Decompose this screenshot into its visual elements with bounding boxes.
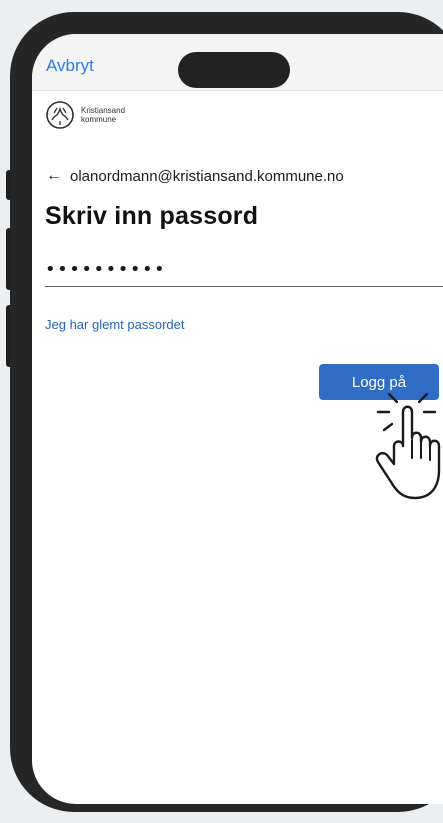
account-row: ← olanordmann@kristiansand.kommune.no bbox=[46, 167, 344, 185]
phone-frame: Avbryt Kristiansand kommune ← olanordman… bbox=[10, 12, 443, 812]
forgot-password-link[interactable]: Jeg har glemt passordet bbox=[45, 317, 184, 332]
phone-screen: Avbryt Kristiansand kommune ← olanordman… bbox=[32, 34, 443, 804]
password-field[interactable] bbox=[45, 252, 443, 287]
top-navigation-bar: Avbryt bbox=[32, 34, 443, 91]
org-name-line2: kommune bbox=[81, 115, 117, 124]
account-email: olanordmann@kristiansand.kommune.no bbox=[70, 167, 344, 185]
page-title: Skriv inn passord bbox=[45, 202, 259, 230]
org-name: Kristiansand kommune bbox=[81, 106, 125, 124]
org-name-line1: Kristiansand bbox=[81, 106, 126, 115]
cancel-button[interactable]: Avbryt bbox=[46, 56, 94, 76]
dynamic-island bbox=[178, 52, 290, 88]
kristiansand-crest-icon bbox=[46, 101, 74, 129]
org-logo: Kristiansand kommune bbox=[45, 100, 125, 130]
back-arrow-icon[interactable]: ← bbox=[46, 167, 62, 185]
pointer-hand-icon bbox=[375, 392, 441, 500]
